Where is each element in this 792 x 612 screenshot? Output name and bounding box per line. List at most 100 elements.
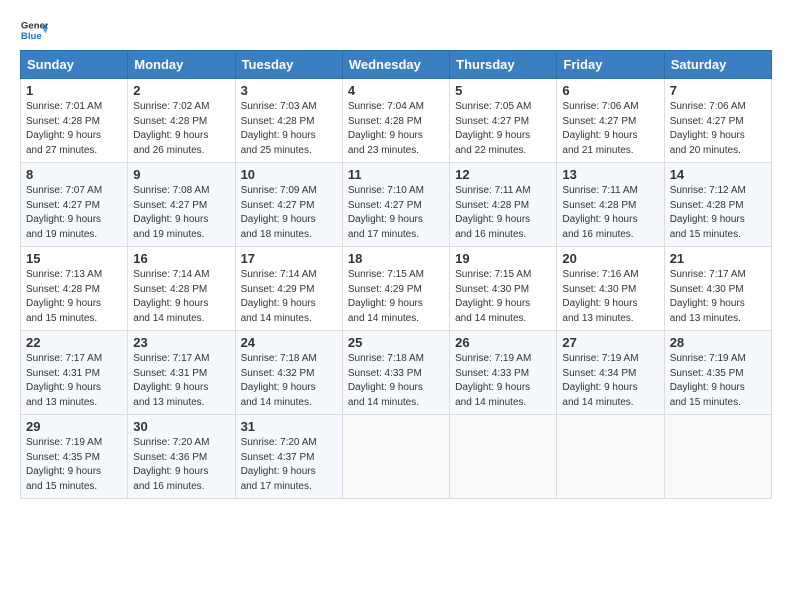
day-info: Sunrise: 7:16 AMSunset: 4:30 PMDaylight:… [562,269,638,324]
day-number: 23 [133,335,229,350]
calendar-cell: 17 Sunrise: 7:14 AMSunset: 4:29 PMDaylig… [235,247,342,331]
day-info: Sunrise: 7:18 AMSunset: 4:32 PMDaylight:… [241,353,317,408]
day-number: 24 [241,335,337,350]
day-number: 29 [26,419,122,434]
calendar-cell: 2 Sunrise: 7:02 AMSunset: 4:28 PMDayligh… [128,79,235,163]
day-number: 2 [133,83,229,98]
calendar-cell: 15 Sunrise: 7:13 AMSunset: 4:28 PMDaylig… [21,247,128,331]
calendar-cell: 4 Sunrise: 7:04 AMSunset: 4:28 PMDayligh… [342,79,449,163]
svg-text:Blue: Blue [21,31,42,42]
day-number: 22 [26,335,122,350]
calendar-cell: 31 Sunrise: 7:20 AMSunset: 4:37 PMDaylig… [235,415,342,499]
day-info: Sunrise: 7:14 AMSunset: 4:28 PMDaylight:… [133,269,209,324]
calendar-cell: 20 Sunrise: 7:16 AMSunset: 4:30 PMDaylig… [557,247,664,331]
calendar-cell: 3 Sunrise: 7:03 AMSunset: 4:28 PMDayligh… [235,79,342,163]
day-info: Sunrise: 7:07 AMSunset: 4:27 PMDaylight:… [26,185,102,240]
day-number: 27 [562,335,658,350]
day-info: Sunrise: 7:05 AMSunset: 4:27 PMDaylight:… [455,101,531,156]
calendar-cell: 1 Sunrise: 7:01 AMSunset: 4:28 PMDayligh… [21,79,128,163]
calendar-cell: 5 Sunrise: 7:05 AMSunset: 4:27 PMDayligh… [450,79,557,163]
day-number: 12 [455,167,551,182]
day-number: 31 [241,419,337,434]
day-info: Sunrise: 7:17 AMSunset: 4:31 PMDaylight:… [133,353,209,408]
calendar-cell: 30 Sunrise: 7:20 AMSunset: 4:36 PMDaylig… [128,415,235,499]
calendar-cell: 26 Sunrise: 7:19 AMSunset: 4:33 PMDaylig… [450,331,557,415]
calendar-cell [342,415,449,499]
day-number: 25 [348,335,444,350]
day-info: Sunrise: 7:03 AMSunset: 4:28 PMDaylight:… [241,101,317,156]
weekday-header-thursday: Thursday [450,51,557,79]
day-info: Sunrise: 7:11 AMSunset: 4:28 PMDaylight:… [455,185,530,240]
day-info: Sunrise: 7:19 AMSunset: 4:34 PMDaylight:… [562,353,638,408]
weekday-header-saturday: Saturday [664,51,771,79]
calendar-row-week4: 22 Sunrise: 7:17 AMSunset: 4:31 PMDaylig… [21,331,772,415]
calendar-cell: 22 Sunrise: 7:17 AMSunset: 4:31 PMDaylig… [21,331,128,415]
calendar-cell: 8 Sunrise: 7:07 AMSunset: 4:27 PMDayligh… [21,163,128,247]
calendar-cell: 16 Sunrise: 7:14 AMSunset: 4:28 PMDaylig… [128,247,235,331]
calendar-cell: 18 Sunrise: 7:15 AMSunset: 4:29 PMDaylig… [342,247,449,331]
calendar-row-week5: 29 Sunrise: 7:19 AMSunset: 4:35 PMDaylig… [21,415,772,499]
day-number: 14 [670,167,766,182]
calendar-cell: 25 Sunrise: 7:18 AMSunset: 4:33 PMDaylig… [342,331,449,415]
weekday-header-monday: Monday [128,51,235,79]
weekday-header-wednesday: Wednesday [342,51,449,79]
weekday-header-tuesday: Tuesday [235,51,342,79]
day-info: Sunrise: 7:15 AMSunset: 4:29 PMDaylight:… [348,269,424,324]
weekday-header-friday: Friday [557,51,664,79]
calendar-cell: 7 Sunrise: 7:06 AMSunset: 4:27 PMDayligh… [664,79,771,163]
calendar-cell [664,415,771,499]
calendar-cell: 23 Sunrise: 7:17 AMSunset: 4:31 PMDaylig… [128,331,235,415]
day-info: Sunrise: 7:11 AMSunset: 4:28 PMDaylight:… [562,185,637,240]
day-number: 13 [562,167,658,182]
day-info: Sunrise: 7:19 AMSunset: 4:35 PMDaylight:… [26,437,102,492]
day-number: 15 [26,251,122,266]
calendar-cell: 14 Sunrise: 7:12 AMSunset: 4:28 PMDaylig… [664,163,771,247]
calendar-cell: 28 Sunrise: 7:19 AMSunset: 4:35 PMDaylig… [664,331,771,415]
calendar-cell: 12 Sunrise: 7:11 AMSunset: 4:28 PMDaylig… [450,163,557,247]
day-number: 28 [670,335,766,350]
day-number: 8 [26,167,122,182]
calendar-row-week3: 15 Sunrise: 7:13 AMSunset: 4:28 PMDaylig… [21,247,772,331]
calendar-cell: 21 Sunrise: 7:17 AMSunset: 4:30 PMDaylig… [664,247,771,331]
calendar-cell: 19 Sunrise: 7:15 AMSunset: 4:30 PMDaylig… [450,247,557,331]
day-number: 11 [348,167,444,182]
calendar-cell: 29 Sunrise: 7:19 AMSunset: 4:35 PMDaylig… [21,415,128,499]
calendar-cell [557,415,664,499]
day-number: 3 [241,83,337,98]
day-info: Sunrise: 7:04 AMSunset: 4:28 PMDaylight:… [348,101,424,156]
weekday-header-sunday: Sunday [21,51,128,79]
day-info: Sunrise: 7:20 AMSunset: 4:36 PMDaylight:… [133,437,209,492]
day-info: Sunrise: 7:14 AMSunset: 4:29 PMDaylight:… [241,269,317,324]
day-number: 10 [241,167,337,182]
day-info: Sunrise: 7:09 AMSunset: 4:27 PMDaylight:… [241,185,317,240]
calendar-cell: 10 Sunrise: 7:09 AMSunset: 4:27 PMDaylig… [235,163,342,247]
day-info: Sunrise: 7:15 AMSunset: 4:30 PMDaylight:… [455,269,531,324]
calendar-row-week2: 8 Sunrise: 7:07 AMSunset: 4:27 PMDayligh… [21,163,772,247]
calendar-cell: 13 Sunrise: 7:11 AMSunset: 4:28 PMDaylig… [557,163,664,247]
day-info: Sunrise: 7:17 AMSunset: 4:31 PMDaylight:… [26,353,102,408]
day-number: 7 [670,83,766,98]
calendar-cell: 6 Sunrise: 7:06 AMSunset: 4:27 PMDayligh… [557,79,664,163]
day-info: Sunrise: 7:19 AMSunset: 4:35 PMDaylight:… [670,353,746,408]
day-info: Sunrise: 7:08 AMSunset: 4:27 PMDaylight:… [133,185,209,240]
calendar-header-row: SundayMondayTuesdayWednesdayThursdayFrid… [21,51,772,79]
day-info: Sunrise: 7:01 AMSunset: 4:28 PMDaylight:… [26,101,102,156]
calendar-cell: 11 Sunrise: 7:10 AMSunset: 4:27 PMDaylig… [342,163,449,247]
day-info: Sunrise: 7:06 AMSunset: 4:27 PMDaylight:… [562,101,638,156]
day-number: 6 [562,83,658,98]
logo: General Blue [20,16,48,44]
day-info: Sunrise: 7:20 AMSunset: 4:37 PMDaylight:… [241,437,317,492]
day-number: 21 [670,251,766,266]
day-info: Sunrise: 7:19 AMSunset: 4:33 PMDaylight:… [455,353,531,408]
day-number: 1 [26,83,122,98]
calendar-table: SundayMondayTuesdayWednesdayThursdayFrid… [20,50,772,499]
day-number: 20 [562,251,658,266]
day-number: 4 [348,83,444,98]
day-info: Sunrise: 7:13 AMSunset: 4:28 PMDaylight:… [26,269,102,324]
calendar-cell [450,415,557,499]
day-number: 30 [133,419,229,434]
calendar-cell: 9 Sunrise: 7:08 AMSunset: 4:27 PMDayligh… [128,163,235,247]
day-info: Sunrise: 7:06 AMSunset: 4:27 PMDaylight:… [670,101,746,156]
calendar-cell: 27 Sunrise: 7:19 AMSunset: 4:34 PMDaylig… [557,331,664,415]
day-info: Sunrise: 7:12 AMSunset: 4:28 PMDaylight:… [670,185,746,240]
